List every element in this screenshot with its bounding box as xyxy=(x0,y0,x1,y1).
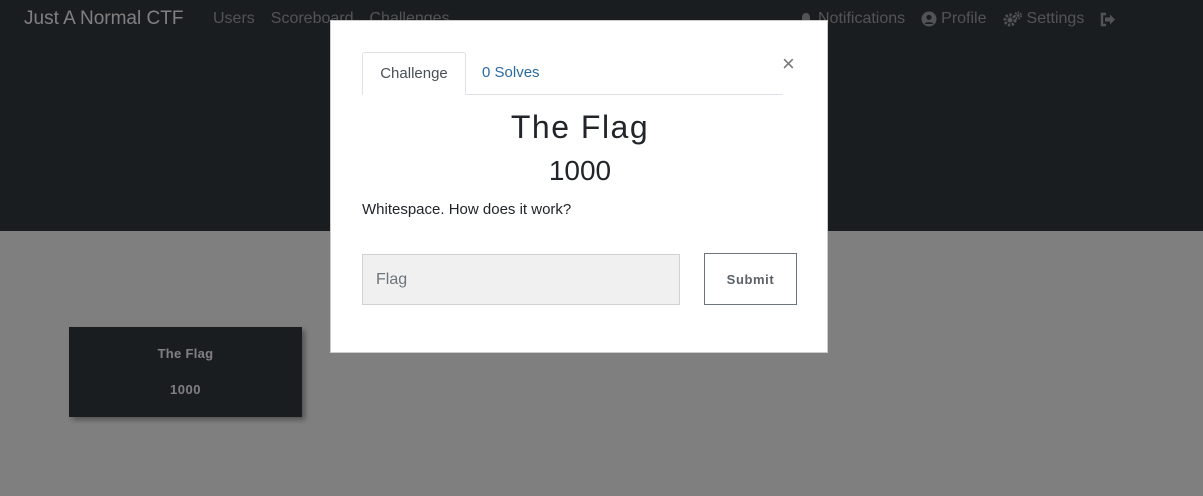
flag-input[interactable] xyxy=(362,254,680,305)
challenge-title: The Flag xyxy=(510,109,650,145)
tab-challenge[interactable]: Challenge xyxy=(362,52,466,95)
tab-solves[interactable]: 0 Solves xyxy=(466,52,556,95)
challenge-points: 1000 xyxy=(548,155,612,186)
submit-button[interactable]: Submit xyxy=(704,253,797,305)
challenge-modal: Challenge 0 Solves × The Flag 1000 White… xyxy=(330,20,828,353)
modal-tabs: Challenge 0 Solves xyxy=(362,52,783,95)
close-button[interactable]: × xyxy=(782,53,795,75)
challenge-description: Whitespace. How does it work? xyxy=(362,201,572,218)
